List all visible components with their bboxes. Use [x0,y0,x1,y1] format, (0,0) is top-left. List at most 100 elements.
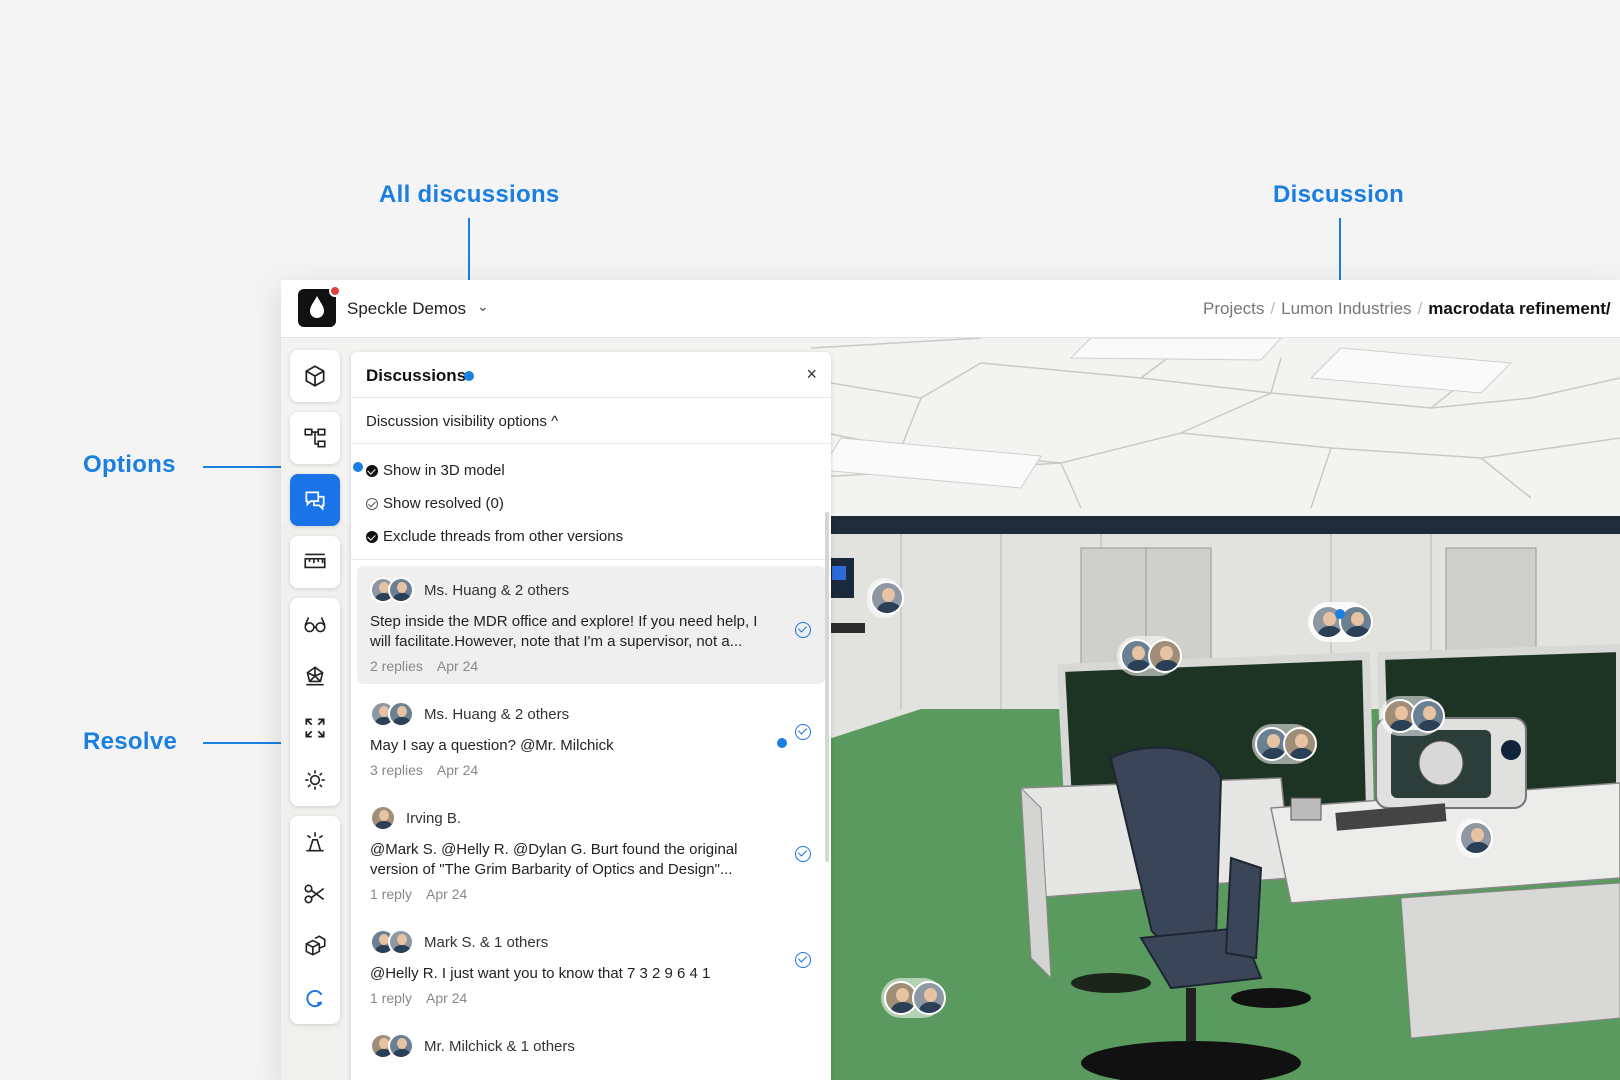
discussion-pin[interactable] [1456,818,1493,858]
callout-discussion: Discussion [1273,181,1405,208]
callout-all-discussions-dot [464,371,474,381]
thread-authors: Ms. Huang & 2 others [424,705,570,723]
avatar-group [370,701,414,727]
reset-button[interactable] [290,972,340,1024]
discussion-pin[interactable] [1117,636,1182,676]
thread-meta: 2 replies Apr 24 [370,658,817,674]
thread-body: Step inside the MDR office and explore! … [370,613,758,650]
discussion-pin[interactable] [867,578,904,618]
thread-replies: 2 replies [370,658,423,674]
viewer-toolbar [290,350,340,1034]
ruler-icon [304,553,326,569]
breadcrumb-project[interactable]: Lumon Industries [1281,299,1411,318]
thread-authors: Mr. Milchick & 1 others [424,1037,575,1055]
thread-meta: 1 reply Apr 24 [370,886,817,902]
option-label: Show in 3D model [383,462,505,479]
thread-item[interactable]: Ms. Huang & 2 others May I say a questio… [357,690,825,788]
scissors-icon [304,884,325,904]
panel-header: Discussions × [351,352,831,398]
panel-title: Discussions [366,366,467,385]
discussion-pin[interactable] [881,978,946,1018]
zoom-extents-button[interactable] [290,702,340,754]
light-controls-button[interactable] [290,754,340,806]
option-show-in-3d[interactable]: Show in 3D model [366,454,816,487]
callout-discussion-dot [1335,609,1345,619]
drop-icon [310,296,324,318]
thread-date: Apr 24 [436,762,479,778]
thread-date: Apr 24 [426,886,468,902]
discussion-pin[interactable] [1380,696,1445,736]
callout-resolve-dot [777,738,787,748]
thread-date: Apr 24 [436,658,479,674]
thread-body: @Mark S. @Helly R. @Dylan G. Burt found … [370,841,738,878]
thread-replies: 1 reply [370,886,413,902]
thread-meta: 3 replies Apr 24 [370,762,817,778]
scene-explorer-button[interactable] [290,412,340,464]
avatar [388,577,414,603]
discussions-panel: Discussions × Discussion visibility opti… [351,352,831,1080]
cubes-icon [305,935,326,956]
close-icon[interactable]: × [806,364,817,385]
glasses-icon [304,617,326,633]
reload-icon [306,990,323,1008]
resolve-check-icon[interactable] [795,622,811,638]
discussions-button[interactable] [290,474,340,526]
thread-authors: Mark S. & 1 others [424,933,549,951]
avatar-group [370,805,396,831]
visibility-options-toggle[interactable]: Discussion visibility options ^ [351,398,831,444]
explode-icon [306,832,324,852]
views-button[interactable] [290,650,340,702]
callout-options: Options [83,451,176,478]
app-window: Speckle Demos ⌄ Projects / Lumon Industrie… [281,280,1620,1080]
chevron-down-icon[interactable]: ⌄ [477,298,489,315]
workspace-name[interactable]: Speckle Demos [347,299,466,319]
resolve-check-icon[interactable] [795,846,811,862]
section-box-button[interactable] [290,868,340,920]
chat-bubbles-icon [305,491,325,511]
expand-icon [305,718,325,738]
discussion-pin-selected[interactable] [1308,602,1373,642]
thread-item[interactable]: Ms. Huang & 2 others Step inside the MDR… [357,566,825,684]
avatar [388,929,414,955]
thread-authors: Irving B. [406,809,462,827]
thread-item[interactable]: Irving B. @Mark S. @Helly R. @Dylan G. B… [357,794,825,912]
thread-item[interactable]: Mark S. & 1 others @Helly R. I just want… [357,918,825,1016]
explode-button[interactable] [290,816,340,868]
check-icon [366,530,378,543]
thread-replies: 3 replies [370,762,423,778]
resolve-check-icon[interactable] [795,952,811,968]
thread-item[interactable]: Mr. Milchick & 1 others [357,1022,825,1070]
breadcrumb-model[interactable]: macrodata refinement/ [1428,299,1610,318]
check-outline-icon [366,497,378,510]
option-label: Exclude threads from other versions [383,528,624,545]
measure-button[interactable] [290,536,340,588]
avatar-group [370,929,414,955]
avatar [370,805,396,831]
visibility-options-label: Discussion visibility options ^ [366,413,559,430]
visibility-options: Show in 3D model Show resolved (0) Exclu… [351,444,831,560]
avatar-group [370,1033,414,1059]
check-icon [366,464,378,477]
top-bar: Speckle Demos ⌄ Projects / Lumon Industrie… [281,280,1620,338]
breadcrumb: Projects / Lumon Industries / macrodata refi… [1203,299,1611,318]
thread-body: May I say a question? @Mr. Milchick [370,737,614,754]
cube-icon [305,365,325,387]
option-exclude-other-versions[interactable]: Exclude threads from other versions [366,520,816,553]
option-show-resolved[interactable]: Show resolved (0) [366,487,816,520]
option-label: Show resolved (0) [383,495,504,512]
breadcrumb-projects[interactable]: Projects [1203,299,1264,318]
callout-options-dot [353,462,363,472]
tree-icon [304,428,326,448]
view-modes-button[interactable] [290,598,340,650]
avatar [388,701,414,727]
resolve-check-icon[interactable] [795,724,811,740]
discussion-pin[interactable] [1252,724,1317,764]
perspective-cube-icon [306,666,324,686]
scrollbar[interactable] [825,512,829,862]
thread-date: Apr 24 [426,990,468,1006]
filters-button[interactable] [290,920,340,972]
models-button[interactable] [290,350,340,402]
thread-body: @Helly R. I just want you to know that 7… [370,965,711,982]
callout-all-discussions: All discussions [379,181,560,208]
thread-meta: 1 reply Apr 24 [370,990,817,1006]
